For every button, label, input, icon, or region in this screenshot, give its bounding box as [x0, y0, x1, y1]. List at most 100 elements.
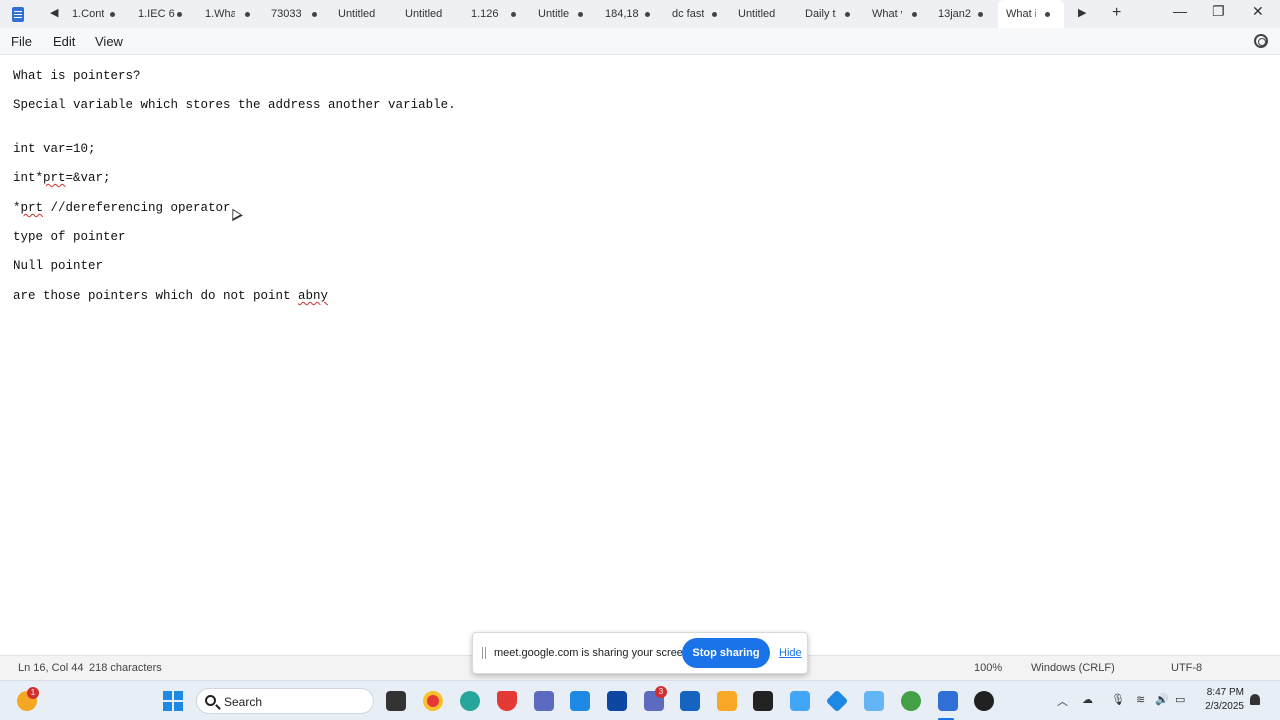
- misspelled-word[interactable]: abny: [298, 289, 328, 303]
- notification-bell-icon[interactable]: [1250, 694, 1260, 705]
- clock[interactable]: 8:47 PM 2/3/2025: [1196, 686, 1244, 714]
- tab[interactable]: 1.126: [463, 0, 529, 28]
- tab[interactable]: Daily t: [797, 0, 863, 28]
- tab-label: 1.What: [205, 8, 235, 20]
- security-shield-icon[interactable]: [497, 691, 517, 711]
- edge-icon[interactable]: [460, 691, 480, 711]
- media-player-icon[interactable]: [753, 691, 773, 711]
- tab[interactable]: dc fast: [664, 0, 730, 28]
- zoom-level[interactable]: 100%: [974, 662, 1002, 674]
- scroll-tabs-left-icon[interactable]: ◀: [50, 6, 58, 19]
- taskbar-search[interactable]: Search: [196, 688, 374, 714]
- editor-line: int*prt=&var;: [13, 171, 111, 185]
- tab-label: dc fast: [672, 8, 705, 20]
- tab[interactable]: Untitle: [530, 0, 596, 28]
- drag-handle-icon[interactable]: [482, 647, 486, 659]
- tab[interactable]: Untitled: [730, 0, 796, 28]
- tab-label: What v: [872, 8, 902, 20]
- weather-badge: 1: [27, 687, 39, 699]
- tab-unsaved-dot-icon: [912, 12, 917, 17]
- show-hidden-icons-chevron-icon[interactable]: ︿: [1057, 693, 1068, 709]
- outlook-icon[interactable]: [607, 691, 627, 711]
- new-tab-icon[interactable]: +: [1112, 4, 1121, 22]
- tab-unsaved-dot-icon: [712, 12, 717, 17]
- windows-start-icon[interactable]: [163, 691, 183, 711]
- tab[interactable]: 184,185: [597, 0, 663, 28]
- editor-line: Special variable which stores the addres…: [13, 98, 456, 112]
- microphone-icon[interactable]: 🎙: [1111, 693, 1125, 706]
- chrome-profile-icon[interactable]: [901, 691, 921, 711]
- tab-label: Untitle: [538, 8, 570, 20]
- tab[interactable]: What v: [864, 0, 930, 28]
- taskbar: 1 Search 3 ︿ ☁ 🎙 ≋ 🔊 ▭ 8:47 PM 2/3/2025: [0, 680, 1280, 720]
- search-icon: [205, 695, 216, 706]
- tab[interactable]: 730338: [263, 0, 329, 28]
- settings-gear-icon[interactable]: [1254, 34, 1268, 48]
- tab-label: Untitled: [738, 8, 776, 20]
- tab-label: Untitled: [338, 8, 376, 20]
- share-message: meet.google.com is sharing your screen.: [494, 647, 693, 659]
- stop-sharing-button[interactable]: Stop sharing: [682, 638, 770, 668]
- azure-icon[interactable]: [825, 689, 849, 713]
- tab-unsaved-dot-icon: [645, 12, 650, 17]
- misspelled-word[interactable]: prt: [21, 201, 44, 215]
- outlook-new-icon[interactable]: [680, 691, 700, 711]
- wifi-icon[interactable]: ≋: [1136, 693, 1145, 706]
- notepad-taskbar-icon[interactable]: [938, 691, 958, 711]
- search-label: Search: [224, 695, 263, 709]
- text-editor[interactable]: What is pointers? Special variable which…: [0, 56, 1280, 654]
- encoding[interactable]: UTF-8: [1171, 662, 1202, 674]
- editor-line: What is pointers?: [13, 69, 141, 83]
- line-text: *: [13, 201, 21, 215]
- tab[interactable]: Untitled: [397, 0, 463, 28]
- close-button[interactable]: ✕: [1252, 3, 1264, 20]
- screen-share-banner: meet.google.com is sharing your screen. …: [472, 632, 808, 674]
- misspelled-word[interactable]: prt: [43, 171, 66, 185]
- chrome-icon[interactable]: [423, 691, 443, 711]
- tab-label: 13jan2: [938, 8, 972, 20]
- hide-link[interactable]: Hide: [779, 647, 802, 659]
- vscode-icon[interactable]: [570, 691, 590, 711]
- tab[interactable]: 13jan2: [930, 0, 996, 28]
- clock-date: 2/3/2025: [1205, 701, 1244, 712]
- menu-edit[interactable]: Edit: [53, 34, 75, 49]
- tab[interactable]: 1.What: [197, 0, 263, 28]
- tab-unsaved-dot-icon: [312, 12, 317, 17]
- editor-line: int var=10;: [13, 142, 96, 156]
- tab-label: 184,185: [605, 8, 639, 20]
- maximize-button[interactable]: ❐: [1212, 3, 1225, 20]
- tab-unsaved-dot-icon: [845, 12, 850, 17]
- visio-icon[interactable]: [534, 691, 554, 711]
- snipping-tool-icon[interactable]: [864, 691, 884, 711]
- teams-badge: 3: [655, 686, 667, 698]
- tab-label: Untitled: [405, 8, 443, 20]
- volume-icon[interactable]: 🔊: [1155, 693, 1169, 706]
- ide-icon[interactable]: [790, 691, 810, 711]
- tab-unsaved-dot-icon: [177, 12, 182, 17]
- tab-unsaved-dot-icon: [511, 12, 516, 17]
- notepad-app-icon: [12, 7, 24, 22]
- minimize-button[interactable]: —: [1173, 3, 1187, 19]
- menu-view[interactable]: View: [95, 34, 123, 49]
- tab-unsaved-dot-icon: [1045, 12, 1050, 17]
- text-editor-app-icon[interactable]: [717, 691, 737, 711]
- editor-line: type of pointer: [13, 230, 126, 244]
- tab-unsaved-dot-icon: [110, 12, 115, 17]
- line-text: //dereferencing operator: [43, 201, 231, 215]
- task-view-icon[interactable]: [386, 691, 406, 711]
- tab-label: 1.IEC 6: [138, 8, 175, 20]
- tab[interactable]: Untitled: [330, 0, 396, 28]
- onedrive-icon[interactable]: ☁: [1082, 693, 1093, 706]
- character-count: 218 characters: [89, 662, 162, 674]
- battery-icon[interactable]: ▭: [1175, 693, 1185, 706]
- tab[interactable]: 1.Cont: [64, 0, 130, 28]
- github-desktop-icon[interactable]: [974, 691, 994, 711]
- menu-file[interactable]: File: [11, 34, 32, 49]
- tab[interactable]: 1.IEC 6: [130, 0, 196, 28]
- line-ending[interactable]: Windows (CRLF): [1031, 662, 1115, 674]
- tab-active[interactable]: What i: [998, 0, 1064, 28]
- line-text: are those pointers which do not point: [13, 289, 299, 303]
- editor-line: *prt //dereferencing operator: [13, 201, 231, 215]
- scroll-tabs-right-icon[interactable]: ▶: [1078, 6, 1086, 19]
- menu-bar: File Edit View: [0, 28, 1280, 55]
